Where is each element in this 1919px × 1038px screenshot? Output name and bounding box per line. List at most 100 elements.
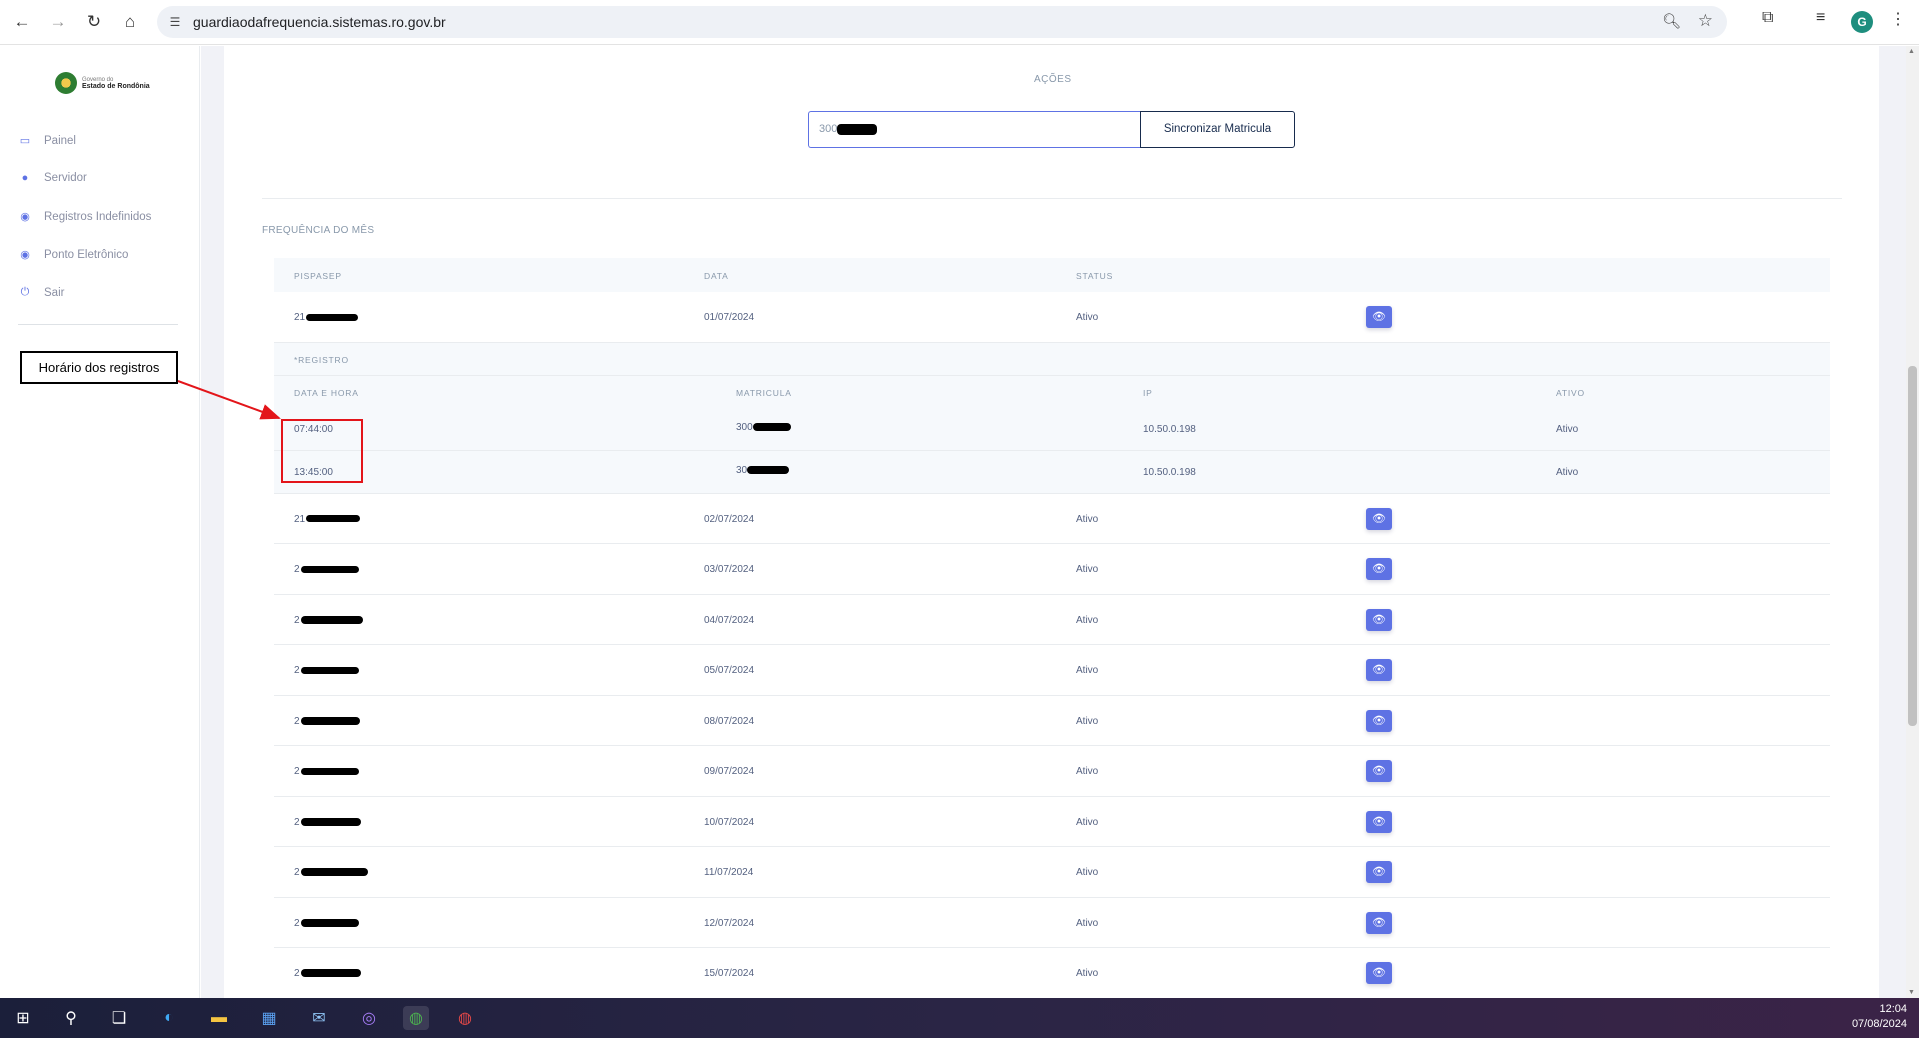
sidebar-item-label: Ponto Eletrônico (44, 248, 129, 261)
system-clock[interactable]: 12:04 07/08/2024 (1852, 1002, 1907, 1032)
view-details-button[interactable]: 👁 (1366, 911, 1392, 934)
eye-icon: 👁 (1372, 311, 1386, 323)
header-data: DATA (704, 271, 729, 281)
table-header: PISPASEP DATA STATUS (274, 258, 1830, 292)
eye-icon: 👁 (1372, 714, 1386, 727)
date-cell: 01/07/2024 (704, 312, 755, 323)
eye-icon: 👁 (1372, 866, 1386, 878)
profile-avatar[interactable]: G (1851, 11, 1873, 33)
table-row: 2 10/07/2024 Ativo 👁 (274, 796, 1830, 847)
pispasep-cell: 21 (294, 514, 361, 525)
status-cell: Ativo (1076, 766, 1099, 777)
page-scrollbar[interactable]: ▲ ▼ (1906, 46, 1919, 998)
redaction-mark (300, 868, 368, 877)
date-cell: 10/07/2024 (704, 816, 755, 828)
address-url[interactable]: guardiaodafrequencia.sistemas.ro.gov.br (193, 14, 446, 30)
frequency-table: PISPASEP DATA STATUS 21 01/07/2024 Ativo… (274, 258, 1830, 999)
site-info-icon[interactable]: ☰ (167, 14, 183, 30)
sidebar-divider (18, 324, 178, 325)
eye-icon: 👁 (1372, 765, 1386, 777)
view-details-button[interactable]: 👁 (1366, 659, 1392, 681)
time-highlight-box (281, 419, 363, 483)
view-details-button[interactable]: 👁 (1366, 507, 1392, 530)
table-row: 21 02/07/2024 Ativo 👁 (274, 493, 1830, 544)
user-icon: ● (21, 172, 29, 184)
eye-icon: 👁 (1372, 815, 1386, 828)
table-row: 2 11/07/2024 Ativo 👁 (274, 847, 1830, 898)
matricula-input-prefix: 300 (819, 123, 838, 135)
eye-icon: 👁 (1372, 967, 1386, 979)
chrome-profile-icon[interactable]: ◎ (356, 1006, 382, 1030)
pispasep-cell: 2 (294, 867, 368, 878)
redaction-mark (300, 615, 363, 624)
table-row: 2 04/07/2024 Ativo 👁 (274, 594, 1830, 645)
windows-start-icon[interactable]: ⊞ (10, 1006, 36, 1030)
task-view-icon[interactable]: ❏ (106, 1006, 132, 1030)
date-cell: 15/07/2024 (704, 968, 755, 979)
table-row: 2 08/07/2024 Ativo 👁 (274, 695, 1830, 746)
registro-row: 13:45:00 30 10.50.0.198 Ativo (274, 451, 1830, 494)
scroll-up-icon[interactable]: ▲ (1908, 48, 1915, 55)
chrome-icon[interactable]: ◍ (403, 1006, 429, 1030)
file-explorer-icon[interactable]: ▬ (206, 1006, 232, 1030)
sync-matricula-button[interactable]: Sincronizar Matricula (1140, 111, 1295, 148)
bookmark-star-icon[interactable]: ☆ (1698, 11, 1713, 31)
view-details-button[interactable]: 👁 (1366, 962, 1392, 984)
view-details-button[interactable]: 👁 (1366, 760, 1392, 782)
address-bar[interactable]: ☰ guardiaodafrequencia.sistemas.ro.gov.b… (157, 6, 1727, 38)
table-row: 2 03/07/2024 Ativo 👁 (274, 544, 1830, 595)
edge-browser-icon[interactable]: ◐ (156, 1006, 182, 1030)
back-icon[interactable]: ← (8, 8, 36, 36)
pispasep-cell: 2 (294, 564, 359, 575)
view-details-button[interactable]: 👁 (1366, 709, 1392, 732)
state-seal-icon (55, 72, 77, 94)
redaction-mark (300, 918, 359, 927)
search-icon[interactable]: ⚲ (58, 1006, 84, 1030)
redaction-mark (300, 716, 360, 725)
view-details-button[interactable]: 👁 (1366, 306, 1392, 328)
frequency-title: FREQUÊNCIA DO MÊS (262, 225, 375, 236)
sidebar-item-sair[interactable]: ⏻ Sair (18, 286, 65, 299)
registro-matricula: 30 (736, 465, 790, 476)
date-cell: 08/07/2024 (704, 715, 755, 727)
sidebar-item-registros-indefinidos[interactable]: ◉ Registros Indefinidos (18, 210, 151, 224)
date-cell: 02/07/2024 (704, 513, 755, 525)
mail-icon[interactable]: ✉ (306, 1006, 332, 1030)
forward-icon[interactable]: → (44, 8, 72, 36)
view-details-button[interactable]: 👁 (1366, 861, 1392, 883)
pispasep-cell: 2 (294, 615, 363, 626)
view-details-button[interactable]: 👁 (1366, 608, 1392, 631)
reload-icon[interactable]: ↻ (80, 8, 108, 36)
browser-menu-icon[interactable]: ⋮ (1890, 9, 1906, 29)
header-status: STATUS (1076, 271, 1114, 281)
status-cell: Ativo (1076, 816, 1099, 828)
view-details-button[interactable]: 👁 (1366, 558, 1392, 580)
government-logo[interactable]: Governo do Estado de Rondônia (55, 68, 165, 98)
redaction-mark (300, 666, 359, 674)
header-matricula: MATRICULA (736, 387, 792, 398)
matricula-input[interactable]: 300 (808, 111, 1141, 148)
scroll-down-icon[interactable]: ▼ (1908, 989, 1915, 996)
sidebar-item-servidor[interactable]: ● Servidor (18, 172, 87, 184)
clock-date: 07/08/2024 (1851, 1018, 1907, 1030)
annotation-label: Horário dos registros (20, 351, 178, 384)
sidebar-item-ponto-eletronico[interactable]: ◉ Ponto Eletrônico (18, 248, 129, 262)
status-cell: Ativo (1076, 312, 1099, 323)
sidebar-item-label: Servidor (44, 172, 87, 184)
registro-ativo: Ativo (1556, 423, 1579, 435)
view-details-button[interactable]: 👁 (1366, 810, 1392, 833)
sidebar-item-painel[interactable]: ▭ Painel (18, 134, 76, 148)
scroll-thumb[interactable] (1908, 366, 1917, 726)
header-pispasep: PISPASEP (294, 271, 342, 281)
extensions-icon[interactable]: ⧉ (1762, 9, 1773, 27)
pispasep-cell: 2 (294, 665, 359, 676)
redaction-mark (752, 422, 791, 431)
zoom-icon[interactable]: 🔍︎ (1662, 12, 1681, 30)
media-control-icon[interactable]: ≡ (1816, 9, 1825, 27)
status-cell: Ativo (1076, 564, 1099, 575)
home-icon[interactable]: ⌂ (116, 8, 144, 36)
chrome-alt-profile-icon[interactable]: ◍ (452, 1006, 478, 1030)
microsoft-store-icon[interactable]: ▦ (256, 1006, 282, 1030)
redaction-mark (306, 313, 359, 321)
date-cell: 05/07/2024 (704, 665, 755, 676)
